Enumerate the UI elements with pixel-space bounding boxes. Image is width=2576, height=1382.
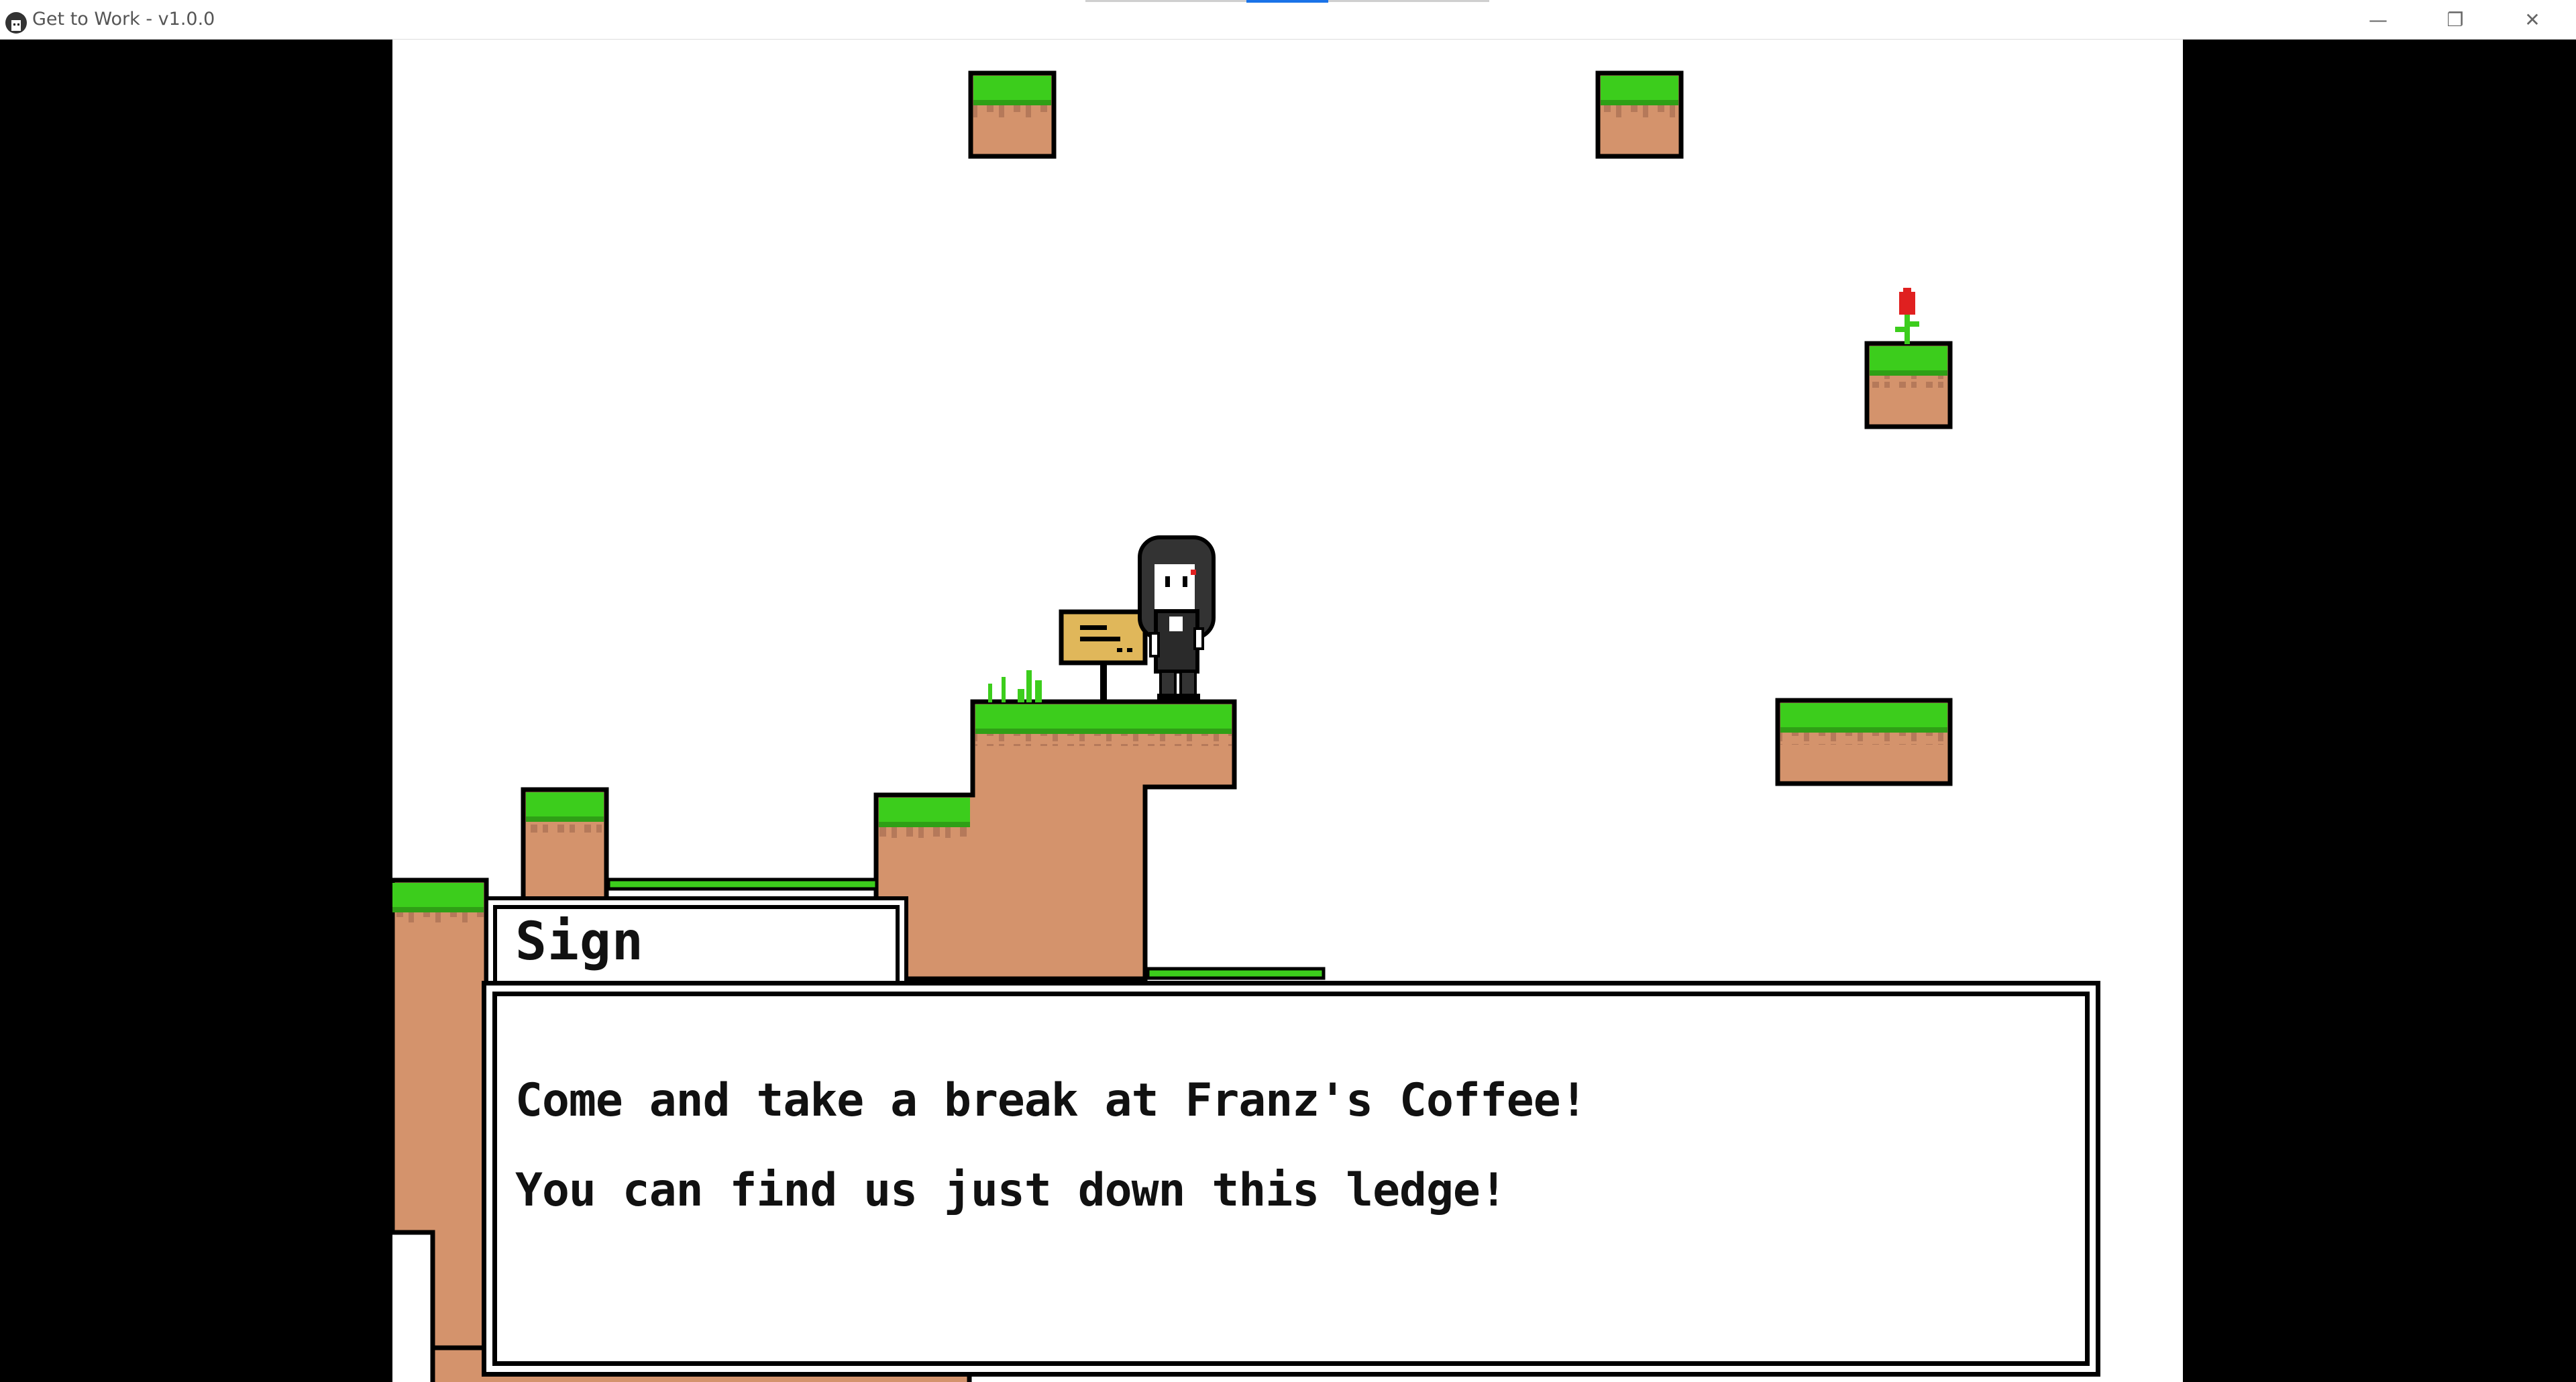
close-button[interactable]: ✕ <box>2496 0 2569 39</box>
tab-indicator-active <box>1246 0 1328 3</box>
player-character <box>1138 535 1216 702</box>
wide-platform <box>1775 698 1953 786</box>
floating-block <box>1595 70 1684 159</box>
dialog-box[interactable]: Come and take a break at Franz's Coffee!… <box>482 981 2100 1377</box>
dialog-line-2: You can find us just down this ledge! <box>515 1164 1507 1217</box>
game-viewport[interactable]: Sign Come and take a break at Franz's Co… <box>392 40 2183 1382</box>
window-title: Get to Work - v1.0.0 <box>32 9 215 30</box>
grass-tuft <box>988 670 1042 702</box>
floating-block <box>968 70 1057 159</box>
restore-button[interactable]: ❐ <box>2418 0 2492 39</box>
tab-indicator <box>1328 0 1489 2</box>
flower <box>1895 288 1919 344</box>
speaker-name-box: Sign <box>484 896 908 1001</box>
speaker-name: Sign <box>515 912 644 972</box>
small-pillar <box>521 787 879 913</box>
tab-indicator <box>1085 0 1246 2</box>
app-avatar-icon <box>5 12 27 34</box>
minimize-button[interactable]: — <box>2341 0 2415 39</box>
flower-block <box>1864 341 1953 429</box>
dialog-line-1: Come and take a break at Franz's Coffee! <box>515 1074 1588 1127</box>
wooden-sign[interactable] <box>1059 609 1148 704</box>
title-bar: Get to Work - v1.0.0 — ❐ ✕ <box>0 0 2576 40</box>
main-cliff <box>873 699 1326 981</box>
